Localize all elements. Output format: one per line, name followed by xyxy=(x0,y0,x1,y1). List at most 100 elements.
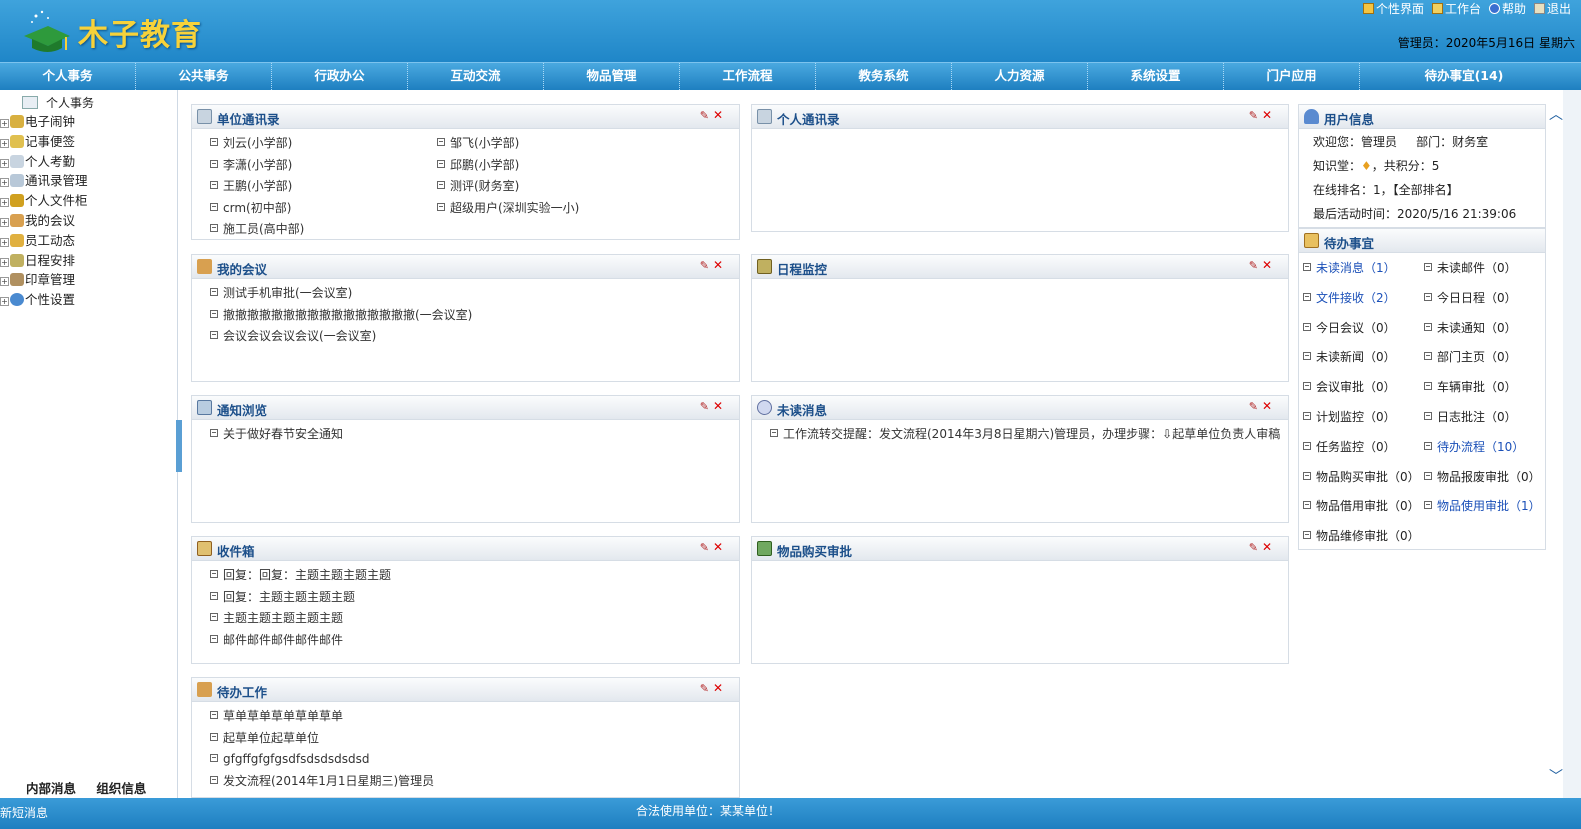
todo-unread-mail[interactable]: 未读邮件（0） xyxy=(1424,255,1549,285)
list-item[interactable]: 起草单位起草单位 xyxy=(210,728,739,750)
logout-link[interactable]: 退出 xyxy=(1533,0,1571,17)
expand-icon[interactable]: + xyxy=(0,297,9,307)
todo-unread-notice[interactable]: 未读通知（0） xyxy=(1424,315,1549,345)
tree-item-attendance[interactable]: + 个人考勤 xyxy=(0,152,88,172)
tree-item-personal-settings[interactable]: + 个性设置 xyxy=(0,290,88,310)
todo-dept-home[interactable]: 部门主页（0） xyxy=(1424,344,1549,374)
list-item[interactable]: 主题主题主题主题主题 xyxy=(210,608,739,630)
tree-item-meetings[interactable]: + 我的会议 xyxy=(0,211,88,231)
list-item[interactable]: 测试手机审批(一会议室) xyxy=(210,283,739,305)
tree-item-schedule[interactable]: + 日程安排 xyxy=(0,251,88,271)
close-icon[interactable]: ✕ xyxy=(713,540,723,554)
workbench-link[interactable]: 工作台 xyxy=(1431,0,1481,17)
todo-plan-monitor[interactable]: 计划监控（0） xyxy=(1303,404,1424,434)
scroll-up-icon[interactable]: ︿ xyxy=(1549,104,1563,124)
expand-icon[interactable]: + xyxy=(0,198,9,208)
list-item[interactable]: 草单草单草单草单草单 xyxy=(210,706,739,728)
nav-personal[interactable]: 个人事务 xyxy=(0,63,136,90)
close-icon[interactable]: ✕ xyxy=(713,108,723,122)
nav-workflow[interactable]: 工作流程 xyxy=(680,63,816,90)
nav-public[interactable]: 公共事务 xyxy=(136,63,272,90)
edit-icon[interactable]: ✎ xyxy=(700,541,709,554)
close-icon[interactable]: ✕ xyxy=(713,681,723,695)
sidebar-splitter[interactable] xyxy=(176,420,182,472)
close-icon[interactable]: ✕ xyxy=(1262,108,1272,122)
edit-icon[interactable]: ✎ xyxy=(700,109,709,122)
list-item[interactable]: 邱鹏(小学部) xyxy=(437,155,667,177)
scroll-down-icon[interactable]: ﹀ xyxy=(1549,766,1563,786)
tree-item-alarm[interactable]: + 电子闹钟 xyxy=(0,112,88,132)
help-link[interactable]: 帮助 xyxy=(1488,0,1526,17)
expand-icon[interactable]: + xyxy=(0,277,9,287)
expand-icon[interactable]: + xyxy=(0,217,9,227)
expand-icon[interactable]: + xyxy=(0,138,9,148)
tree-item-seal[interactable]: + 印章管理 xyxy=(0,270,88,290)
list-item[interactable]: 刘云(小学部) xyxy=(210,133,437,155)
edit-icon[interactable]: ✎ xyxy=(700,682,709,695)
tree-item-notes[interactable]: + 记事便签 xyxy=(0,132,88,152)
nav-admin-office[interactable]: 行政办公 xyxy=(272,63,408,90)
tree-root[interactable]: 个人事务 xyxy=(22,94,94,111)
list-item[interactable]: 关于做好春节安全通知 xyxy=(210,424,739,446)
edit-icon[interactable]: ✎ xyxy=(700,400,709,413)
nav-interaction[interactable]: 互动交流 xyxy=(408,63,544,90)
list-item[interactable]: 邹飞(小学部) xyxy=(437,133,667,155)
list-item[interactable]: 回复：主题主题主题主题 xyxy=(210,587,739,609)
nav-academic[interactable]: 教务系统 xyxy=(816,63,952,90)
personalize-link[interactable]: 个性界面 xyxy=(1362,0,1424,17)
todo-vehicle-approval[interactable]: 车辆审批（0） xyxy=(1424,374,1549,404)
close-icon[interactable]: ✕ xyxy=(713,399,723,413)
todo-log-comment[interactable]: 日志批注（0） xyxy=(1424,404,1549,434)
todo-repair-approval[interactable]: 物品维修审批（0） xyxy=(1303,523,1424,553)
expand-icon[interactable]: + xyxy=(0,257,9,267)
todo-unread-message[interactable]: 未读消息（1） xyxy=(1303,255,1424,285)
todo-purchase-approval[interactable]: 物品购买审批（0） xyxy=(1303,464,1424,494)
list-item[interactable]: 回复：回复：主题主题主题主题 xyxy=(210,565,739,587)
todo-scrap-approval[interactable]: 物品报废审批（0） xyxy=(1424,464,1549,494)
tree-item-staff[interactable]: + 员工动态 xyxy=(0,231,88,251)
edit-icon[interactable]: ✎ xyxy=(1249,259,1258,272)
list-item[interactable]: 测评(财务室) xyxy=(437,176,667,198)
nav-goods[interactable]: 物品管理 xyxy=(544,63,680,90)
todo-today-schedule[interactable]: 今日日程（0） xyxy=(1424,285,1549,315)
new-sms-link[interactable]: 新短消息 xyxy=(0,804,48,821)
expand-icon[interactable]: + xyxy=(0,119,9,128)
list-item[interactable]: 会议会议会议会议(一会议室) xyxy=(210,326,739,348)
nav-todo[interactable]: 待办事宜(14) xyxy=(1360,63,1568,90)
todo-today-meeting[interactable]: 今日会议（0） xyxy=(1303,315,1424,345)
list-item[interactable]: 王鹏(小学部) xyxy=(210,176,437,198)
main-scrollbar[interactable]: ︿ ﹀ xyxy=(1546,90,1563,798)
expand-icon[interactable]: + xyxy=(0,237,9,247)
close-icon[interactable]: ✕ xyxy=(1262,540,1272,554)
list-item[interactable]: crm(初中部) xyxy=(210,198,437,220)
todo-meeting-approval[interactable]: 会议审批（0） xyxy=(1303,374,1424,404)
org-info-tab[interactable]: 组织信息 xyxy=(96,781,146,796)
tree-item-contacts[interactable]: + 通讯录管理 xyxy=(0,171,88,191)
todo-unread-news[interactable]: 未读新闻（0） xyxy=(1303,344,1424,374)
close-icon[interactable]: ✕ xyxy=(1262,399,1272,413)
list-item[interactable]: 撤撤撤撤撤撤撤撤撤撤撤撤撤撤撤撤(一会议室) xyxy=(210,305,739,327)
edit-icon[interactable]: ✎ xyxy=(1249,109,1258,122)
edit-icon[interactable]: ✎ xyxy=(700,259,709,272)
expand-icon[interactable]: + xyxy=(0,178,9,188)
edit-icon[interactable]: ✎ xyxy=(1249,400,1258,413)
list-item[interactable]: 超级用户(深圳实验一小) xyxy=(437,198,667,220)
todo-borrow-approval[interactable]: 物品借用审批（0） xyxy=(1303,493,1424,523)
internal-message-tab[interactable]: 内部消息 xyxy=(26,781,76,796)
expand-icon[interactable]: + xyxy=(0,158,9,168)
nav-portal[interactable]: 门户应用 xyxy=(1224,63,1360,90)
list-item[interactable]: 发文流程(2014年1月1日星期三)管理员 xyxy=(210,771,739,793)
nav-settings[interactable]: 系统设置 xyxy=(1088,63,1224,90)
todo-use-approval[interactable]: 物品使用审批（1） xyxy=(1424,493,1549,523)
rank-line[interactable]: 在线排名：1，【全部排名】 xyxy=(1313,179,1545,203)
todo-file-receive[interactable]: 文件接收（2） xyxy=(1303,285,1424,315)
nav-hr[interactable]: 人力资源 xyxy=(952,63,1088,90)
tree-item-file-cabinet[interactable]: + 个人文件柜 xyxy=(0,191,88,211)
todo-task-monitor[interactable]: 任务监控（0） xyxy=(1303,434,1424,464)
list-item[interactable]: gfgffgfgfgsdfsdsdsdsdsd xyxy=(210,749,739,771)
list-item[interactable]: 工作流转交提醒：发文流程(2014年3月8日星期六)管理员，办理步骤：⇩起草单位… xyxy=(770,424,1288,446)
edit-icon[interactable]: ✎ xyxy=(1249,541,1258,554)
list-item[interactable]: 邮件邮件邮件邮件邮件 xyxy=(210,630,739,652)
todo-pending-flow[interactable]: 待办流程（10） xyxy=(1424,434,1549,464)
list-item[interactable]: 李潇(小学部) xyxy=(210,155,437,177)
